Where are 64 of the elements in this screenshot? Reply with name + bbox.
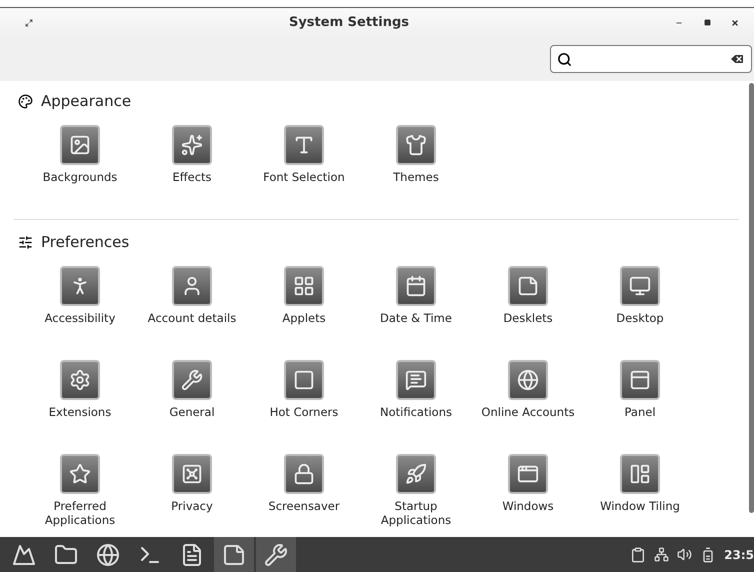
settings-item[interactable]: Preferred Applications (24, 448, 136, 537)
letter-icon (293, 134, 315, 156)
settings-item[interactable]: Startup Applications (360, 448, 472, 537)
settings-item[interactable]: General (136, 354, 248, 444)
mountain-icon (12, 542, 36, 566)
settings-item[interactable]: Panel (584, 354, 696, 444)
settings-item[interactable]: Account details (136, 260, 248, 350)
folder-icon (54, 542, 78, 566)
section-title: Appearance (41, 92, 132, 110)
clock[interactable]: 23:5 (724, 548, 754, 562)
sparkles-icon (181, 134, 203, 156)
note-icon (222, 542, 246, 566)
volume-icon[interactable] (677, 547, 692, 562)
settings-item[interactable]: Date & Time (360, 260, 472, 350)
settings-item[interactable]: Desklets (472, 260, 584, 350)
close-icon[interactable] (731, 18, 739, 26)
settings-item[interactable]: Hot Corners (248, 354, 360, 444)
wrench-icon (181, 369, 203, 391)
picture-icon (69, 134, 91, 156)
settings-item[interactable]: Font Selection (248, 119, 360, 209)
note-icon (517, 275, 539, 297)
star-icon (69, 463, 91, 485)
suit-icon (405, 134, 427, 156)
settings-item[interactable]: Effects (136, 119, 248, 209)
panel-icon (629, 369, 651, 391)
settings-item[interactable]: Desktop (584, 260, 696, 350)
document-icon (180, 542, 204, 566)
scrollbar-thumb[interactable] (749, 83, 754, 513)
settings-item[interactable]: Screensaver (248, 448, 360, 537)
settings-item[interactable]: Window Tiling (584, 448, 696, 537)
settings-item[interactable]: Notifications (360, 354, 472, 444)
safe-icon (181, 463, 203, 485)
network-icon[interactable] (654, 547, 670, 562)
lock-icon (293, 463, 315, 485)
wrench-icon (264, 542, 288, 566)
taskbar-launcher[interactable] (256, 537, 296, 572)
square-icon (293, 369, 315, 391)
settings-item[interactable]: Windows (472, 448, 584, 537)
settings-item[interactable]: Privacy (136, 448, 248, 537)
calendar-icon (405, 275, 427, 297)
clipboard-icon[interactable] (630, 546, 646, 562)
window-icon (517, 463, 539, 485)
settings-item[interactable]: Applets (248, 260, 360, 350)
search-icon (557, 52, 572, 66)
settings-item[interactable]: Extensions (24, 354, 136, 444)
taskbar-launcher[interactable] (214, 537, 254, 572)
globe-icon (517, 369, 539, 391)
maximize-icon[interactable] (704, 19, 710, 26)
window-title: System Settings (288, 15, 410, 30)
monitor-icon (629, 275, 651, 297)
palette-icon (18, 94, 33, 108)
settings-item[interactable]: Backgrounds (24, 119, 136, 209)
gear-icon (69, 369, 91, 391)
grid-icon (293, 275, 315, 297)
speech-bubble-icon (405, 369, 427, 391)
settings-item[interactable]: Online Accounts (472, 354, 584, 444)
rocket-icon (405, 463, 427, 485)
search-field[interactable] (550, 45, 752, 73)
sliders-icon (18, 234, 33, 250)
tiles-icon (629, 463, 651, 485)
globe-icon (96, 542, 120, 566)
settings-item[interactable]: Themes (360, 119, 472, 209)
settings-item[interactable]: Accessibility (24, 260, 136, 350)
section-title: Preferences (41, 233, 130, 251)
